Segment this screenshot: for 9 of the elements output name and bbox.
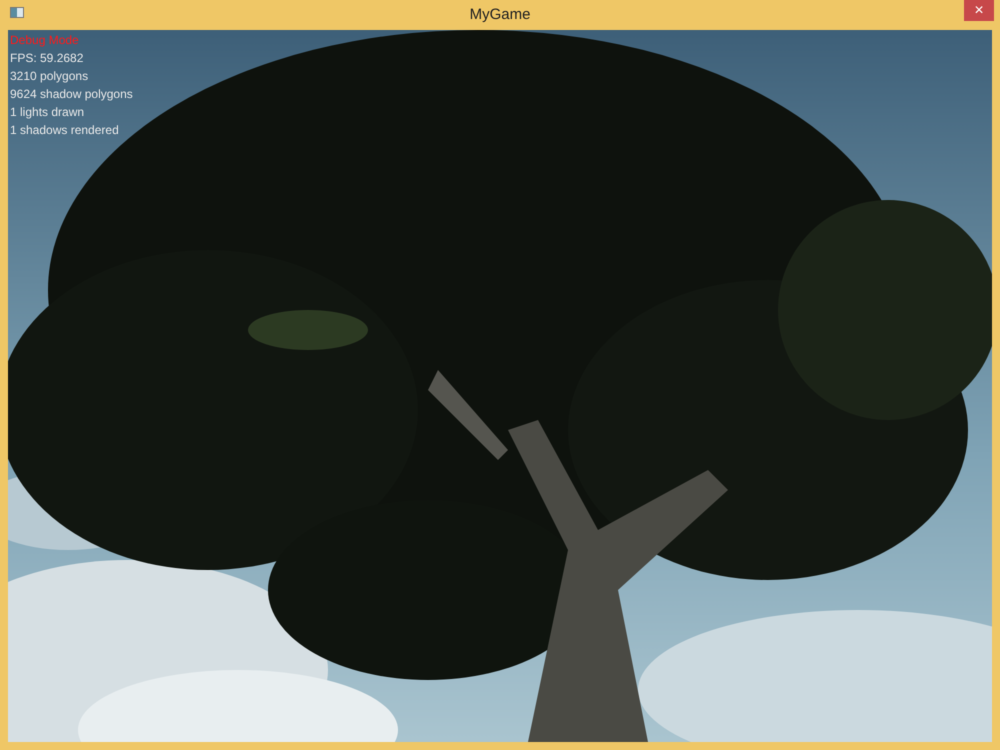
app-icon: [10, 7, 24, 18]
debug-heading: Debug Mode: [10, 32, 80, 49]
debug-stat: FPS: 59.2682: [10, 50, 84, 67]
debug-stat: 1 shadows rendered: [10, 122, 120, 139]
window-title: MyGame: [470, 4, 530, 25]
debug-stat: 1 lights drawn: [10, 104, 86, 121]
close-button[interactable]: ×: [964, 0, 994, 21]
debug-stat: 9624 shadow polygons: [10, 86, 133, 103]
debug-stat: 3210 polygons: [10, 68, 90, 85]
